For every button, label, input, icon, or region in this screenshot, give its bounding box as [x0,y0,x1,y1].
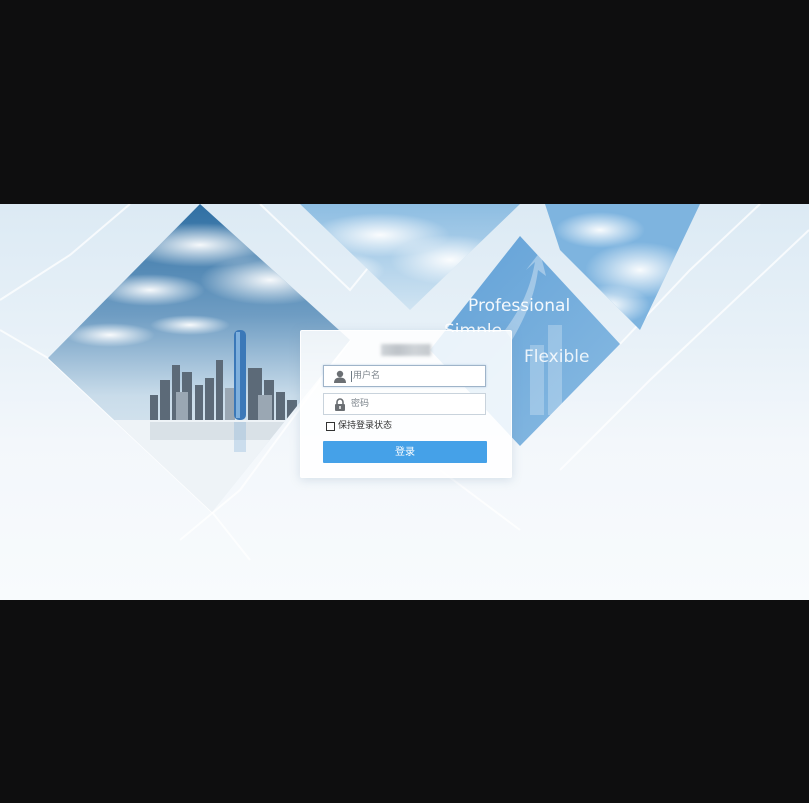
username-input[interactable] [353,366,478,386]
password-input[interactable] [351,394,476,414]
letterbox-bottom [0,600,809,803]
login-button[interactable]: 登录 [323,441,487,463]
user-icon [334,370,346,383]
tagline-flexible: Flexible [524,347,590,367]
logo [381,344,431,356]
lock-icon [335,398,345,411]
remember-label: 保持登录状态 [338,421,393,431]
password-field[interactable] [323,393,486,415]
tagline-professional: Professional [468,296,571,316]
remember-me[interactable]: 保持登录状态 [326,420,392,432]
letterbox-top [0,0,809,204]
remember-checkbox[interactable] [326,421,335,431]
text-cursor [351,371,352,382]
username-field[interactable] [323,365,486,387]
login-panel: 保持登录状态 登录 [300,330,512,478]
